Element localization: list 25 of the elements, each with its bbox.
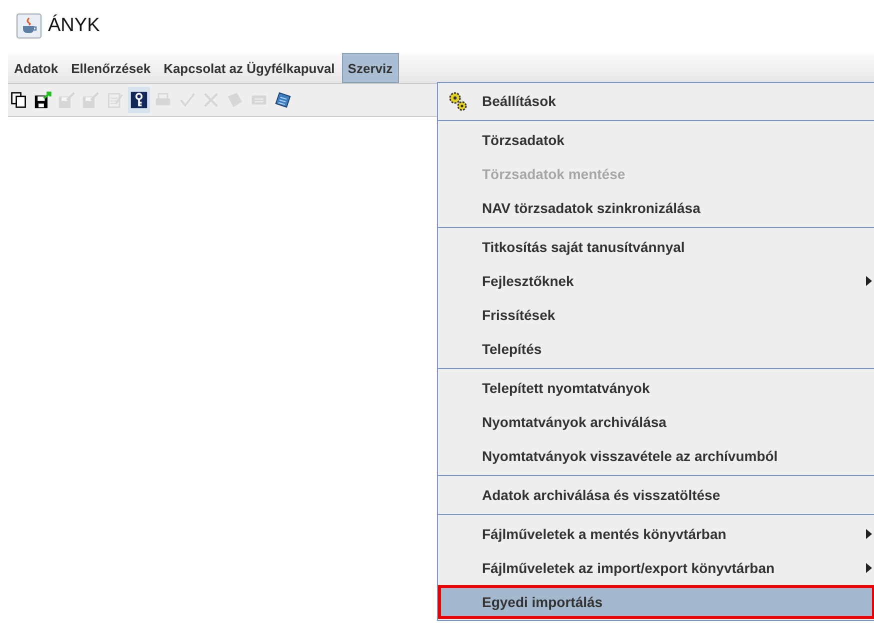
menu-item[interactable]: Frissítések <box>438 298 874 332</box>
menu-item[interactable]: Titkosítás saját tanusítvánnyal <box>438 230 874 264</box>
menu-item[interactable]: Nyomtatványok archiválása <box>438 405 874 439</box>
menu-bar-item[interactable]: Adatok <box>8 53 64 83</box>
menu-item[interactable]: Fájlműveletek az import/export könyvtárban <box>438 551 874 585</box>
submenu-arrow-icon <box>866 276 872 286</box>
menu-bar-item[interactable]: Kapcsolat az Ügyfélkapuval <box>158 53 341 83</box>
key-icon[interactable] <box>128 87 150 113</box>
menu-item[interactable]: Törzsadatok <box>438 123 874 157</box>
menu-bar-item[interactable]: Ellenőrzések <box>65 53 157 83</box>
submenu-arrow-icon <box>866 563 872 573</box>
submenu-arrow-icon <box>866 529 872 539</box>
menu-item[interactable]: Nyomtatványok visszavétele az archívumból <box>438 439 874 473</box>
menu-item[interactable]: Egyedi importálás <box>438 585 874 619</box>
menu-item[interactable]: Telepített nyomtatványok <box>438 371 874 405</box>
menu-item[interactable]: Adatok archiválása és visszatöltése <box>438 478 874 512</box>
menu-item[interactable]: Beállítások <box>438 84 874 118</box>
menu-item[interactable]: Fejlesztőknek <box>438 264 874 298</box>
menu-item[interactable]: Fájlműveletek a mentés könyvtárban <box>438 517 874 551</box>
window-title: ÁNYK <box>48 15 100 37</box>
menu-item[interactable]: Telepítés <box>438 332 874 366</box>
menu-bar-item[interactable]: Szerviz <box>342 53 399 83</box>
gears-icon <box>448 91 468 111</box>
menu-item[interactable]: NAV törzsadatok szinkronizálása <box>438 191 874 225</box>
coffee-cup-icon <box>16 13 42 39</box>
